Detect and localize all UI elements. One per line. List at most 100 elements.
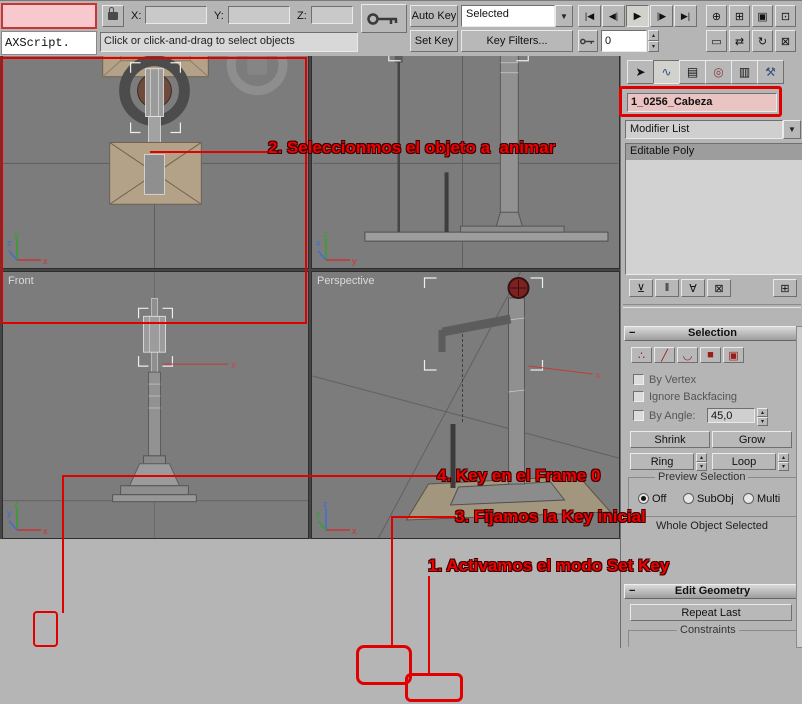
- coord-y-field[interactable]: [228, 6, 290, 24]
- subobject-element-button[interactable]: ▣: [723, 347, 744, 363]
- annotation-step4: 4. Key en el Frame 0: [437, 466, 600, 486]
- auto-key-button[interactable]: Auto Key: [410, 5, 458, 27]
- modifier-stack-item-editable-poly[interactable]: Editable Poly: [626, 144, 802, 160]
- annotation-line-step3-h: [392, 516, 456, 518]
- shrink-button[interactable]: Shrink: [630, 431, 710, 448]
- spinner-down-icon: ▾: [778, 462, 789, 471]
- subobject-vertex-button[interactable]: ∴: [631, 347, 652, 363]
- current-frame-field[interactable]: 0: [601, 30, 647, 52]
- arc-rotate-button[interactable]: ↻: [752, 30, 773, 52]
- collapse-icon: −: [629, 327, 635, 340]
- preview-multi-radio[interactable]: [743, 493, 754, 504]
- tab-modify[interactable]: ∿: [653, 60, 680, 84]
- panel-scrollbar[interactable]: [796, 326, 802, 648]
- transform-lock-button[interactable]: [102, 5, 124, 27]
- coord-y-label: Y:: [214, 10, 224, 22]
- annotation-line-step3-v: [391, 516, 393, 648]
- axis-tripod: z x y: [316, 500, 360, 536]
- previous-frame-button[interactable]: ◀|: [602, 5, 625, 27]
- collapse-icon: −: [629, 585, 635, 598]
- configure-modifier-sets-button[interactable]: ⊞: [773, 279, 797, 297]
- ring-spinner[interactable]: ▴▾: [696, 453, 707, 470]
- frame-spinner[interactable]: ▴▾: [648, 30, 659, 52]
- coord-x-label: X:: [131, 10, 141, 22]
- spinner-up-icon: ▴: [778, 453, 789, 462]
- modifier-list-dropdown[interactable]: Modifier List ▼: [625, 120, 801, 139]
- lock-icon: [108, 12, 118, 20]
- svg-text:y: y: [7, 508, 12, 518]
- by-vertex-checkbox[interactable]: [633, 374, 644, 385]
- by-angle-value-field[interactable]: 45,0: [707, 408, 755, 423]
- by-angle-checkbox[interactable]: [633, 410, 644, 421]
- tab-motion[interactable]: ◎: [705, 60, 732, 84]
- remove-modifier-button[interactable]: ⊠: [707, 279, 731, 297]
- svg-text:y: y: [352, 256, 357, 266]
- grow-button[interactable]: Grow: [712, 431, 792, 448]
- zoom-all-button[interactable]: ⊞: [729, 5, 750, 27]
- preview-multi-label: Multi: [757, 493, 780, 505]
- annotation-box-frame0-key: [33, 611, 58, 647]
- rollout-title: Selection: [688, 327, 737, 339]
- set-keys-key-button[interactable]: [361, 4, 407, 33]
- pin-stack-button[interactable]: ⊻: [629, 279, 653, 297]
- annotation-line-step2: [150, 151, 270, 153]
- chevron-down-icon[interactable]: ▼: [555, 5, 573, 27]
- pan-button[interactable]: ⇄: [729, 30, 750, 52]
- coord-z-label: Z:: [297, 10, 307, 22]
- go-to-start-button[interactable]: |◀: [578, 5, 601, 27]
- annotation-line-step4-v: [62, 475, 64, 613]
- annotation-step1: 1. Activamos el modo Set Key: [428, 556, 669, 576]
- spinner-up-icon: ▴: [648, 30, 659, 41]
- by-angle-spinner[interactable]: ▴▾: [757, 408, 768, 423]
- 3dsmax-window: File Edit Tools Group Views Create Modif…: [0, 0, 802, 704]
- preview-off-radio[interactable]: [638, 493, 649, 504]
- rollout-edit-geometry[interactable]: − Edit Geometry: [624, 584, 801, 599]
- ring-button[interactable]: Ring: [630, 453, 694, 470]
- svg-text:y: y: [316, 508, 321, 518]
- repeat-last-button[interactable]: Repeat Last: [630, 604, 792, 621]
- tab-create[interactable]: ➤: [627, 60, 654, 84]
- go-to-end-button[interactable]: ▶|: [674, 5, 697, 27]
- key-selection-value: Selected: [461, 5, 555, 27]
- spinner-down-icon: ▾: [757, 417, 768, 426]
- annotation-box-key-button: [356, 645, 412, 685]
- tab-utilities[interactable]: ⚒: [757, 60, 784, 84]
- key-filters-button[interactable]: Key Filters...: [461, 30, 573, 52]
- zoom-button[interactable]: ⊕: [706, 5, 727, 27]
- make-unique-button[interactable]: ∀: [681, 279, 705, 297]
- spinner-up-icon: ▴: [757, 408, 768, 417]
- svg-text:z: z: [323, 500, 328, 509]
- min-max-toggle-button[interactable]: ⊠: [775, 30, 796, 52]
- coord-x-field[interactable]: [145, 6, 207, 24]
- chevron-down-icon[interactable]: ▼: [783, 120, 801, 139]
- coord-z-field[interactable]: [311, 6, 353, 24]
- svg-text:z: z: [14, 500, 19, 509]
- rollout-selection[interactable]: − Selection: [624, 326, 801, 341]
- subobject-border-button[interactable]: ◡: [677, 347, 698, 363]
- key-selection-dropdown[interactable]: Selected ▼: [461, 5, 573, 27]
- subobject-polygon-button[interactable]: ■: [700, 347, 721, 363]
- loop-spinner[interactable]: ▴▾: [778, 453, 789, 470]
- tab-display[interactable]: ▥: [731, 60, 758, 84]
- play-button[interactable]: ▶: [626, 5, 649, 27]
- preview-selection-title: Preview Selection: [655, 471, 748, 483]
- loop-button[interactable]: Loop: [712, 453, 776, 470]
- annotation-box-active-viewport: [1, 57, 307, 324]
- show-end-result-button[interactable]: ‖: [655, 279, 679, 297]
- preview-subobj-radio[interactable]: [683, 493, 694, 504]
- zoom-extents-button[interactable]: ▣: [752, 5, 773, 27]
- maxscript-macro-recorder-field[interactable]: [1, 3, 97, 29]
- next-frame-button[interactable]: |▶: [650, 5, 673, 27]
- ignore-backfacing-checkbox[interactable]: [633, 391, 644, 402]
- tab-hierarchy[interactable]: ▤: [679, 60, 706, 84]
- maxscript-mini-listener-field[interactable]: AXScript.: [1, 31, 97, 55]
- by-angle-label: By Angle:: [649, 410, 695, 422]
- zoom-extents-all-button[interactable]: ⊡: [775, 5, 796, 27]
- status-bar: AXScript. X: Y: Z: Click or click-and-dr…: [0, 0, 802, 56]
- subobject-edge-button[interactable]: ╱: [654, 347, 675, 363]
- preview-subobj-label: SubObj: [697, 493, 734, 505]
- viewport-perspective[interactable]: x Perspective z x y: [311, 271, 620, 539]
- key-mode-toggle-button[interactable]: [578, 30, 598, 52]
- set-key-button[interactable]: Set Key: [410, 30, 458, 52]
- zoom-region-button[interactable]: ▭: [706, 30, 727, 52]
